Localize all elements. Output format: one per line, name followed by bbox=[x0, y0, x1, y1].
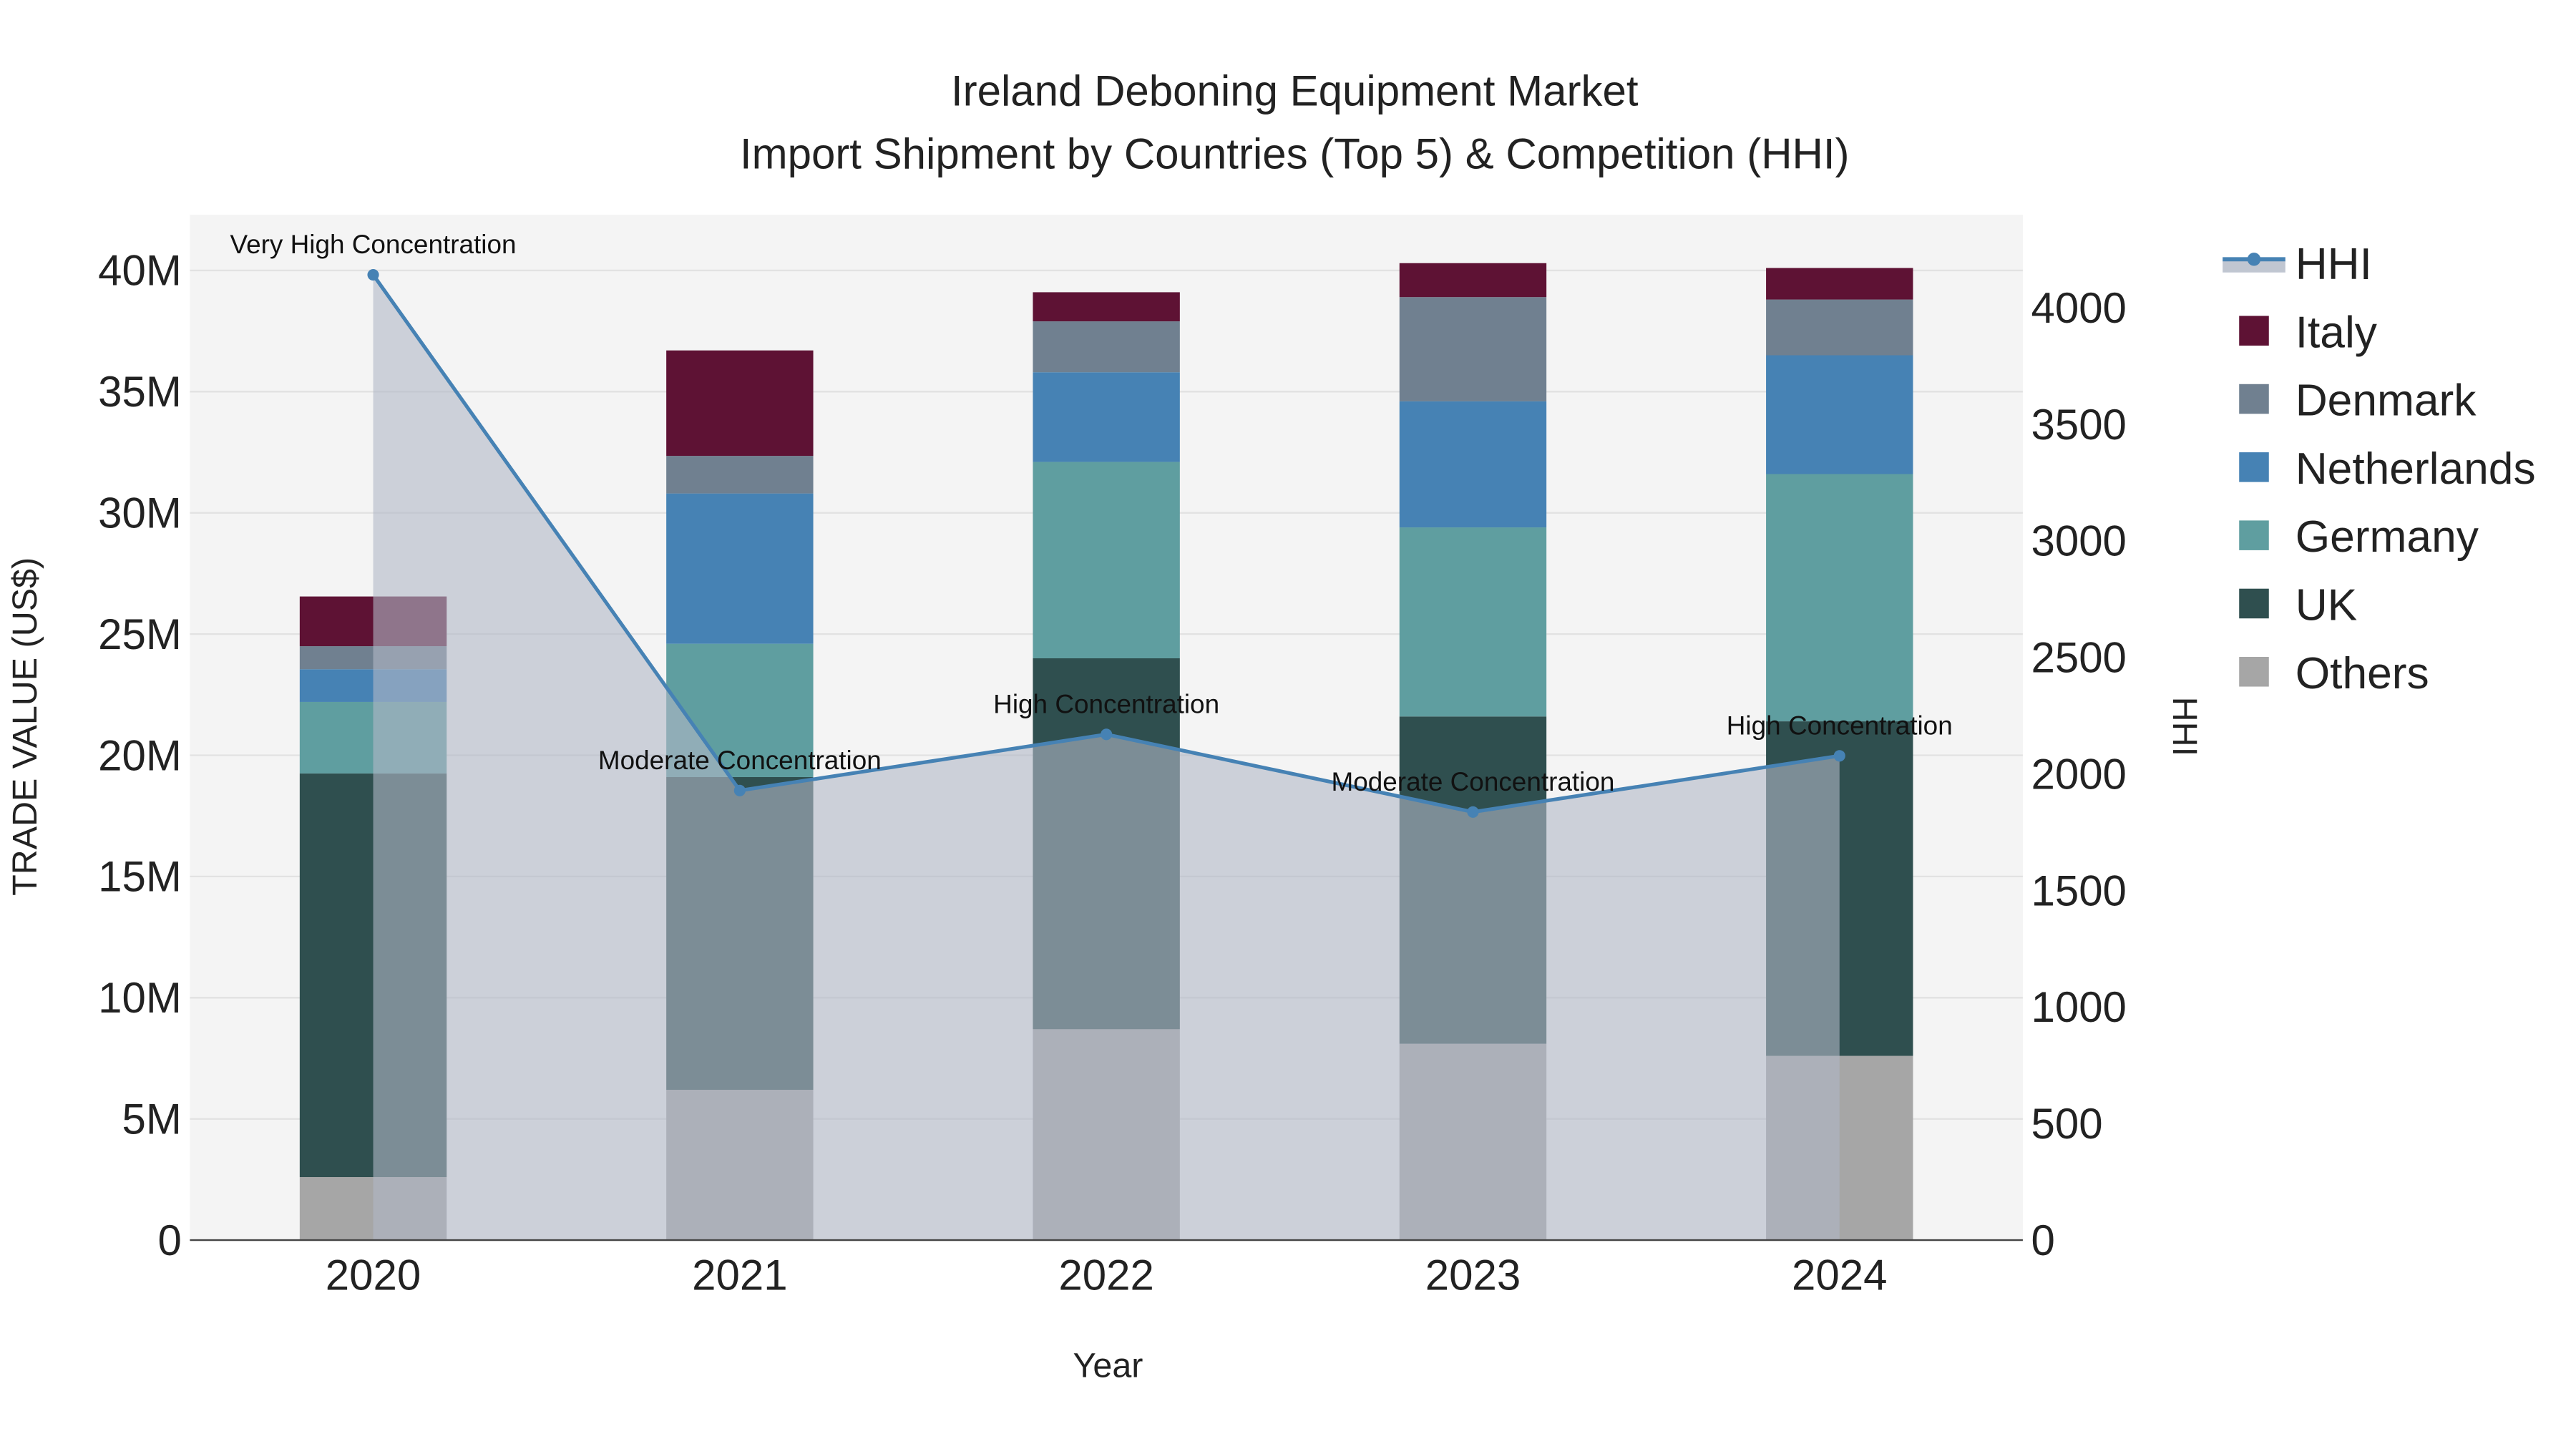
hhi-annotation: Moderate Concentration bbox=[1331, 767, 1614, 796]
y-tick-label: 15M bbox=[98, 853, 182, 901]
legend-label-others: Others bbox=[2296, 649, 2429, 698]
bar-germany-2022 bbox=[1033, 462, 1180, 658]
bar-italy-2021 bbox=[666, 350, 814, 457]
x-tick-label: 2021 bbox=[692, 1251, 787, 1299]
legend-swatch-netherlands bbox=[2239, 452, 2269, 482]
legend-label-uk: UK bbox=[2296, 581, 2358, 630]
legend-label-hhi: HHI bbox=[2296, 240, 2372, 289]
hhi-annotation: High Concentration bbox=[1727, 711, 1953, 740]
x-tick-label: 2020 bbox=[326, 1251, 421, 1299]
bar-denmark-2023 bbox=[1399, 297, 1547, 401]
y-tick-label: 40M bbox=[98, 247, 182, 295]
chart-subtitle: Import Shipment by Countries (Top 5) & C… bbox=[740, 130, 1850, 177]
bar-italy-2024 bbox=[1766, 268, 1913, 300]
bar-denmark-2022 bbox=[1033, 321, 1180, 373]
x-axis-label: Year bbox=[1073, 1347, 1143, 1385]
legend-swatch-uk bbox=[2239, 588, 2269, 619]
bar-italy-2022 bbox=[1033, 292, 1180, 322]
bar-italy-2023 bbox=[1399, 263, 1547, 298]
hhi-annotation: High Concentration bbox=[993, 689, 1219, 718]
bar-netherlands-2021 bbox=[666, 493, 814, 644]
bar-netherlands-2024 bbox=[1766, 355, 1913, 474]
y2-tick-label: 3500 bbox=[2031, 401, 2126, 449]
legend-swatch-denmark bbox=[2239, 384, 2269, 414]
chart: Very High Concentration Moderate Concentr… bbox=[6, 67, 2536, 1385]
y-tick-label: 30M bbox=[98, 489, 182, 537]
legend-swatch-others bbox=[2239, 657, 2269, 687]
y-tick-label: 10M bbox=[98, 974, 182, 1022]
bar-germany-2023 bbox=[1399, 527, 1547, 717]
y-tick-label: 35M bbox=[98, 368, 182, 416]
y2-axis-label: HHI bbox=[2165, 697, 2204, 756]
hhi-point bbox=[367, 268, 379, 281]
hhi-annotation: Moderate Concentration bbox=[598, 746, 882, 775]
x-tick-label: 2024 bbox=[1792, 1251, 1887, 1299]
hhi-point bbox=[733, 784, 746, 796]
y2-tick-label: 0 bbox=[2031, 1216, 2054, 1264]
y-tick-label: 0 bbox=[157, 1216, 181, 1264]
y-tick-label: 25M bbox=[98, 610, 182, 658]
y2-tick-label: 500 bbox=[2031, 1100, 2102, 1148]
legend-label-denmark: Denmark bbox=[2296, 376, 2477, 426]
hhi-point bbox=[1833, 750, 1845, 762]
bar-denmark-2021 bbox=[666, 456, 814, 494]
y-axis-label: TRADE VALUE (US$) bbox=[6, 557, 44, 896]
legend-label-italy: Italy bbox=[2296, 308, 2378, 357]
y-tick-label: 5M bbox=[122, 1095, 181, 1143]
hhi-annotation: Very High Concentration bbox=[230, 230, 517, 259]
bar-netherlands-2023 bbox=[1399, 401, 1547, 528]
y2-tick-label: 1000 bbox=[2031, 983, 2126, 1031]
x-tick-label: 2023 bbox=[1425, 1251, 1521, 1299]
legend-label-germany: Germany bbox=[2296, 512, 2479, 562]
y-tick-label: 20M bbox=[98, 731, 182, 779]
y2-tick-label: 2500 bbox=[2031, 634, 2126, 682]
hhi-point bbox=[1101, 728, 1113, 741]
y2-tick-label: 1500 bbox=[2031, 867, 2126, 914]
chart-title: Ireland Deboning Equipment Market bbox=[951, 67, 1639, 115]
legend-label-netherlands: Netherlands bbox=[2296, 444, 2536, 494]
bar-netherlands-2022 bbox=[1033, 372, 1180, 462]
legend-hhi-marker bbox=[2247, 253, 2261, 266]
y2-tick-label: 3000 bbox=[2031, 517, 2126, 565]
y2-tick-label: 2000 bbox=[2031, 750, 2126, 798]
y2-tick-label: 4000 bbox=[2031, 284, 2126, 332]
legend-swatch-italy bbox=[2239, 316, 2269, 346]
hhi-point bbox=[1467, 806, 1479, 818]
bar-germany-2024 bbox=[1766, 474, 1913, 722]
x-tick-label: 2022 bbox=[1058, 1251, 1153, 1299]
legend-swatch-germany bbox=[2239, 520, 2269, 550]
legend: HHI Italy Denmark Netherlands Germany UK Other… bbox=[2223, 240, 2536, 698]
bar-denmark-2024 bbox=[1766, 299, 1913, 356]
